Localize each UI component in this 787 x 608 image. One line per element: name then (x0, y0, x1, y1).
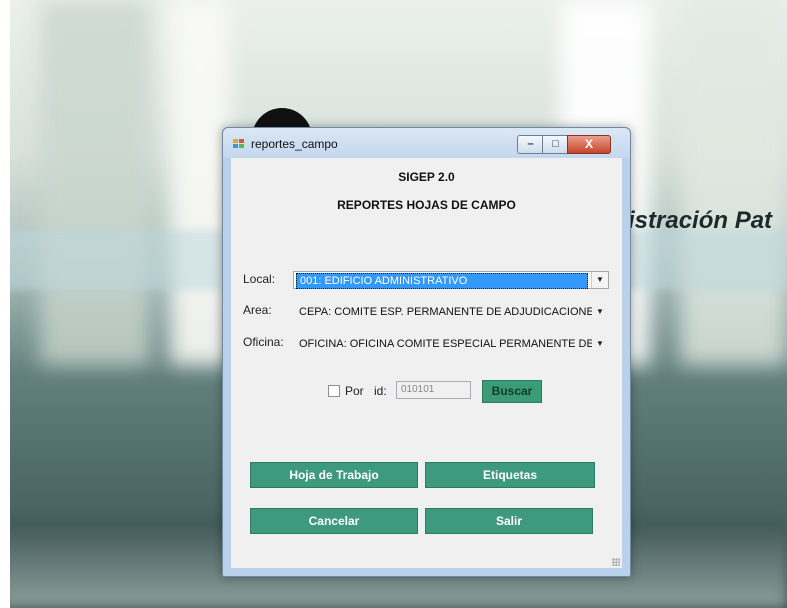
app-header: SIGEP 2.0 (398, 170, 455, 184)
title-bar[interactable]: reportes_campo – □ X (223, 128, 630, 158)
maximize-button[interactable]: □ (542, 135, 569, 154)
form-client-area: SIGEP 2.0 REPORTES HOJAS DE CAMPO Local:… (231, 158, 622, 568)
oficina-label: Oficina: (243, 335, 284, 349)
local-select[interactable]: 001: EDIFICIO ADMINISTRATIVO ▼ (293, 271, 609, 289)
close-button[interactable]: X (567, 135, 611, 154)
chevron-down-icon[interactable]: ▼ (592, 304, 608, 320)
id-label: id: (374, 384, 387, 398)
area-select-value: CEPA: COMITE ESP. PERMANENTE DE ADJUDICA… (299, 306, 592, 318)
oficina-select-value: OFICINA: OFICINA COMITE ESPECIAL PERMANE… (299, 338, 592, 350)
minimize-button[interactable]: – (517, 135, 544, 154)
hoja-trabajo-button[interactable]: Hoja de Trabajo (250, 462, 418, 488)
area-select[interactable]: CEPA: COMITE ESP. PERMANENTE DE ADJUDICA… (293, 303, 609, 321)
form-title: REPORTES HOJAS DE CAMPO (337, 198, 516, 212)
window-title: reportes_campo (251, 137, 338, 151)
resize-grip[interactable] (612, 558, 620, 566)
buscar-button[interactable]: Buscar (482, 380, 542, 403)
id-input[interactable]: 010101 (396, 381, 471, 399)
por-id-checkbox[interactable] (328, 385, 340, 397)
etiquetas-button[interactable]: Etiquetas (425, 462, 595, 488)
cancelar-button[interactable]: Cancelar (250, 508, 418, 534)
background-text: istración Pat (628, 207, 773, 234)
minimize-icon: – (527, 138, 534, 150)
reportes-campo-window: reportes_campo – □ X SIGEP 2.0 REPORTES … (222, 127, 631, 577)
maximize-icon: □ (552, 138, 559, 150)
chevron-down-icon[interactable]: ▼ (592, 336, 608, 352)
por-label: Por (345, 384, 364, 398)
local-select-value: 001: EDIFICIO ADMINISTRATIVO (296, 273, 588, 289)
salir-button[interactable]: Salir (425, 508, 593, 534)
local-label: Local: (243, 272, 276, 286)
oficina-select[interactable]: OFICINA: OFICINA COMITE ESPECIAL PERMANE… (293, 335, 609, 353)
close-icon: X (584, 137, 593, 151)
area-label: Area: (243, 303, 272, 317)
app-icon (233, 139, 245, 149)
chevron-down-icon[interactable]: ▼ (591, 272, 608, 288)
